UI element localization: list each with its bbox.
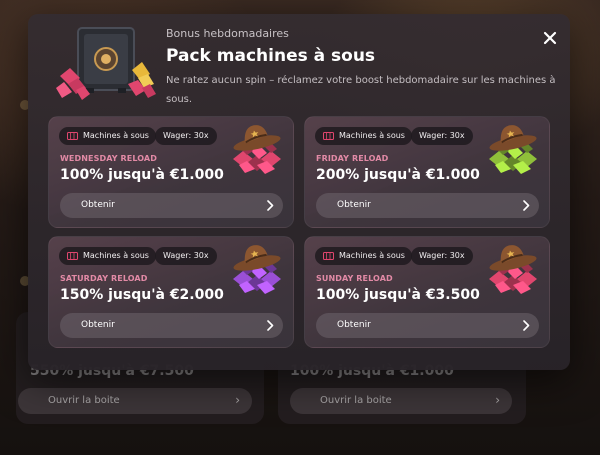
slot-machine-icon (67, 252, 78, 260)
category-label: Machines à sous (339, 131, 405, 140)
reload-day-label: WEDNESDAY RELOAD (60, 154, 157, 163)
close-button[interactable] (539, 27, 561, 49)
chevron-right-icon (267, 200, 274, 211)
cowboy-hat-gems-icon (489, 125, 537, 174)
cowboy-hat-gems-icon (233, 125, 281, 174)
chevron-right-icon (523, 200, 530, 211)
claim-button-label: Obtenir (81, 320, 115, 330)
background-button-label: Ouvrir la boite (48, 395, 120, 406)
category-label: Machines à sous (83, 251, 149, 260)
offer-card-wednesday: Machines à sous Wager: 30x WEDNESDAY REL… (48, 116, 294, 228)
offer-title: 150% jusqu'à €2.000 (60, 287, 224, 303)
wager-badge: Wager: 30x (411, 127, 473, 145)
background-open-box-button: Ouvrir la boite › (18, 388, 252, 414)
offer-card-saturday: Machines à sous Wager: 30x SATURDAY RELO… (48, 236, 294, 348)
category-badge: Machines à sous (59, 247, 156, 265)
wager-badge: Wager: 30x (411, 247, 473, 265)
claim-button-label: Obtenir (337, 200, 371, 210)
wager-badge: Wager: 30x (155, 127, 217, 145)
category-badge: Machines à sous (315, 247, 412, 265)
slot-machine-icon (323, 252, 334, 260)
chevron-right-icon: › (495, 393, 500, 407)
category-label: Machines à sous (83, 131, 149, 140)
offer-title: 200% jusqu'à €1.000 (316, 167, 480, 183)
modal-title: Pack machines à sous (166, 46, 376, 66)
modal-description: Ne ratez aucun spin – réclamez votre boo… (166, 75, 556, 105)
category-label: Machines à sous (339, 251, 405, 260)
chevron-right-icon: › (235, 393, 240, 407)
claim-button[interactable]: Obtenir (316, 193, 539, 218)
slot-machine-icon (67, 132, 78, 140)
reload-day-label: SATURDAY RELOAD (60, 274, 148, 283)
claim-button[interactable]: Obtenir (316, 313, 539, 338)
cowboy-hat-gems-icon (233, 245, 281, 294)
offer-title: 100% jusqu'à €3.500 (316, 287, 480, 303)
cowboy-hat-gems-icon (489, 245, 537, 294)
background-open-box-button: Ouvrir la boite › (290, 388, 512, 414)
chevron-right-icon (523, 320, 530, 331)
category-badge: Machines à sous (315, 127, 412, 145)
offer-card-friday: Machines à sous Wager: 30x FRIDAY RELOAD… (304, 116, 550, 228)
background-button-label: Ouvrir la boite (320, 395, 392, 406)
reload-day-label: FRIDAY RELOAD (316, 154, 389, 163)
claim-button[interactable]: Obtenir (60, 193, 283, 218)
slot-machine-icon (323, 132, 334, 140)
claim-button[interactable]: Obtenir (60, 313, 283, 338)
reload-day-label: SUNDAY RELOAD (316, 274, 393, 283)
modal-subtitle: Bonus hebdomadaires (166, 27, 289, 40)
offer-card-sunday: Machines à sous Wager: 30x SUNDAY RELOAD… (304, 236, 550, 348)
chevron-right-icon (267, 320, 274, 331)
category-badge: Machines à sous (59, 127, 156, 145)
wager-badge: Wager: 30x (155, 247, 217, 265)
vault-gems-illustration (50, 22, 162, 102)
close-icon (543, 31, 557, 45)
claim-button-label: Obtenir (337, 320, 371, 330)
claim-button-label: Obtenir (81, 200, 115, 210)
offer-title: 100% jusqu'à €1.000 (60, 167, 224, 183)
